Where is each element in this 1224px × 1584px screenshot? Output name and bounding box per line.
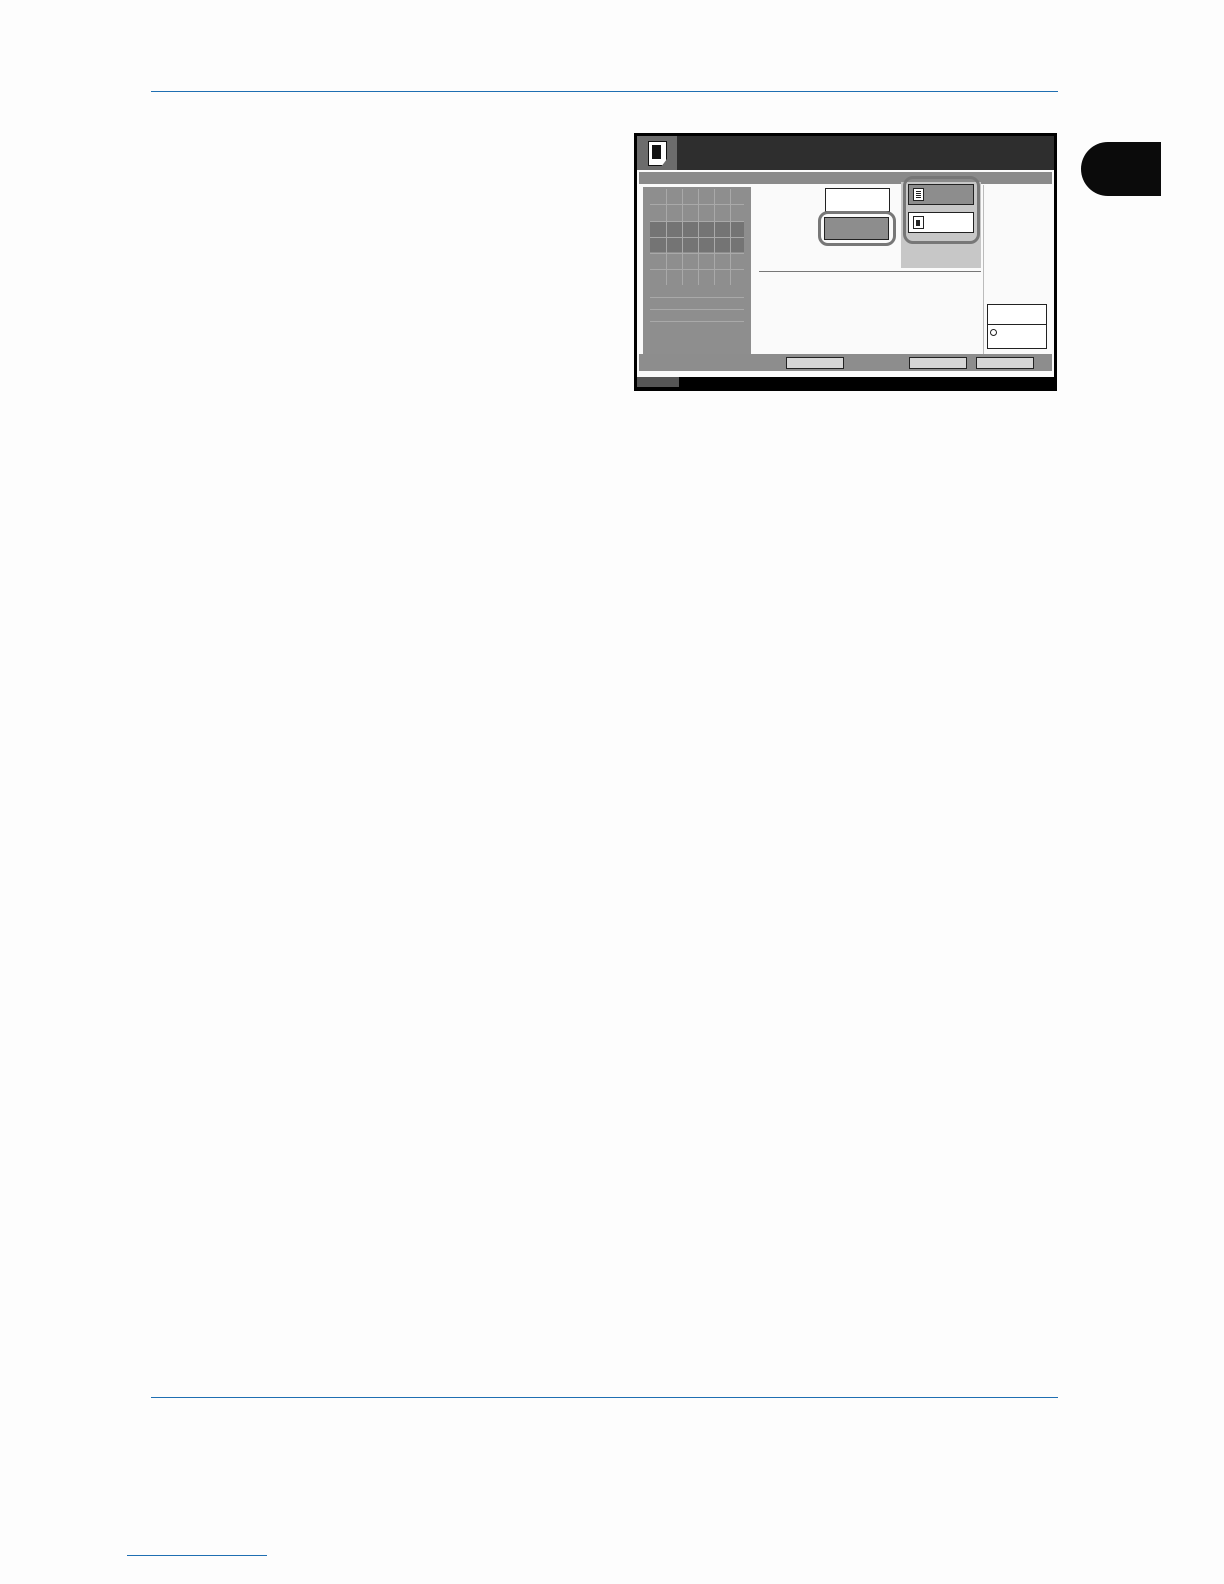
panel-bottom-bar <box>639 354 1052 371</box>
preview-grid-line <box>666 189 667 285</box>
preview-grid-line <box>730 189 731 285</box>
chapter-tab <box>1081 142 1161 196</box>
option-1-button[interactable] <box>908 184 974 205</box>
column-divider <box>983 185 984 355</box>
panel-screen <box>637 170 1054 387</box>
footer-rule <box>151 1397 1058 1398</box>
preview-grid-line <box>650 321 744 322</box>
status-dot-icon <box>990 329 997 336</box>
status-segment <box>637 377 679 387</box>
preview-grid-line <box>698 189 699 285</box>
bottom-button-2[interactable] <box>909 357 967 369</box>
document-icon <box>913 216 924 229</box>
preview-grid-line <box>650 297 744 298</box>
preview-grid-line <box>682 189 683 285</box>
footer-link-underline[interactable] <box>127 1555 267 1556</box>
preview-pane <box>643 187 751 354</box>
option-button[interactable] <box>825 188 890 212</box>
text-document-icon <box>913 188 924 201</box>
preview-grid-line <box>650 309 744 310</box>
document-icon <box>648 141 667 166</box>
option-2-button[interactable] <box>908 212 974 233</box>
section-divider <box>759 271 981 272</box>
panel-icon-box <box>637 136 677 170</box>
panel-titlebar <box>637 136 1054 170</box>
header-rule <box>151 91 1058 92</box>
side-shortcut-button[interactable] <box>988 324 1046 349</box>
bottom-button-3[interactable] <box>976 357 1034 369</box>
selected-option-button[interactable] <box>824 217 889 240</box>
touch-panel-illustration <box>634 133 1057 391</box>
preview-grid-line <box>714 189 715 285</box>
bottom-button-1[interactable] <box>786 357 844 369</box>
panel-status-bar <box>637 377 1054 387</box>
screen-header-bar <box>639 172 1052 184</box>
side-shortcut-box[interactable] <box>987 304 1047 349</box>
